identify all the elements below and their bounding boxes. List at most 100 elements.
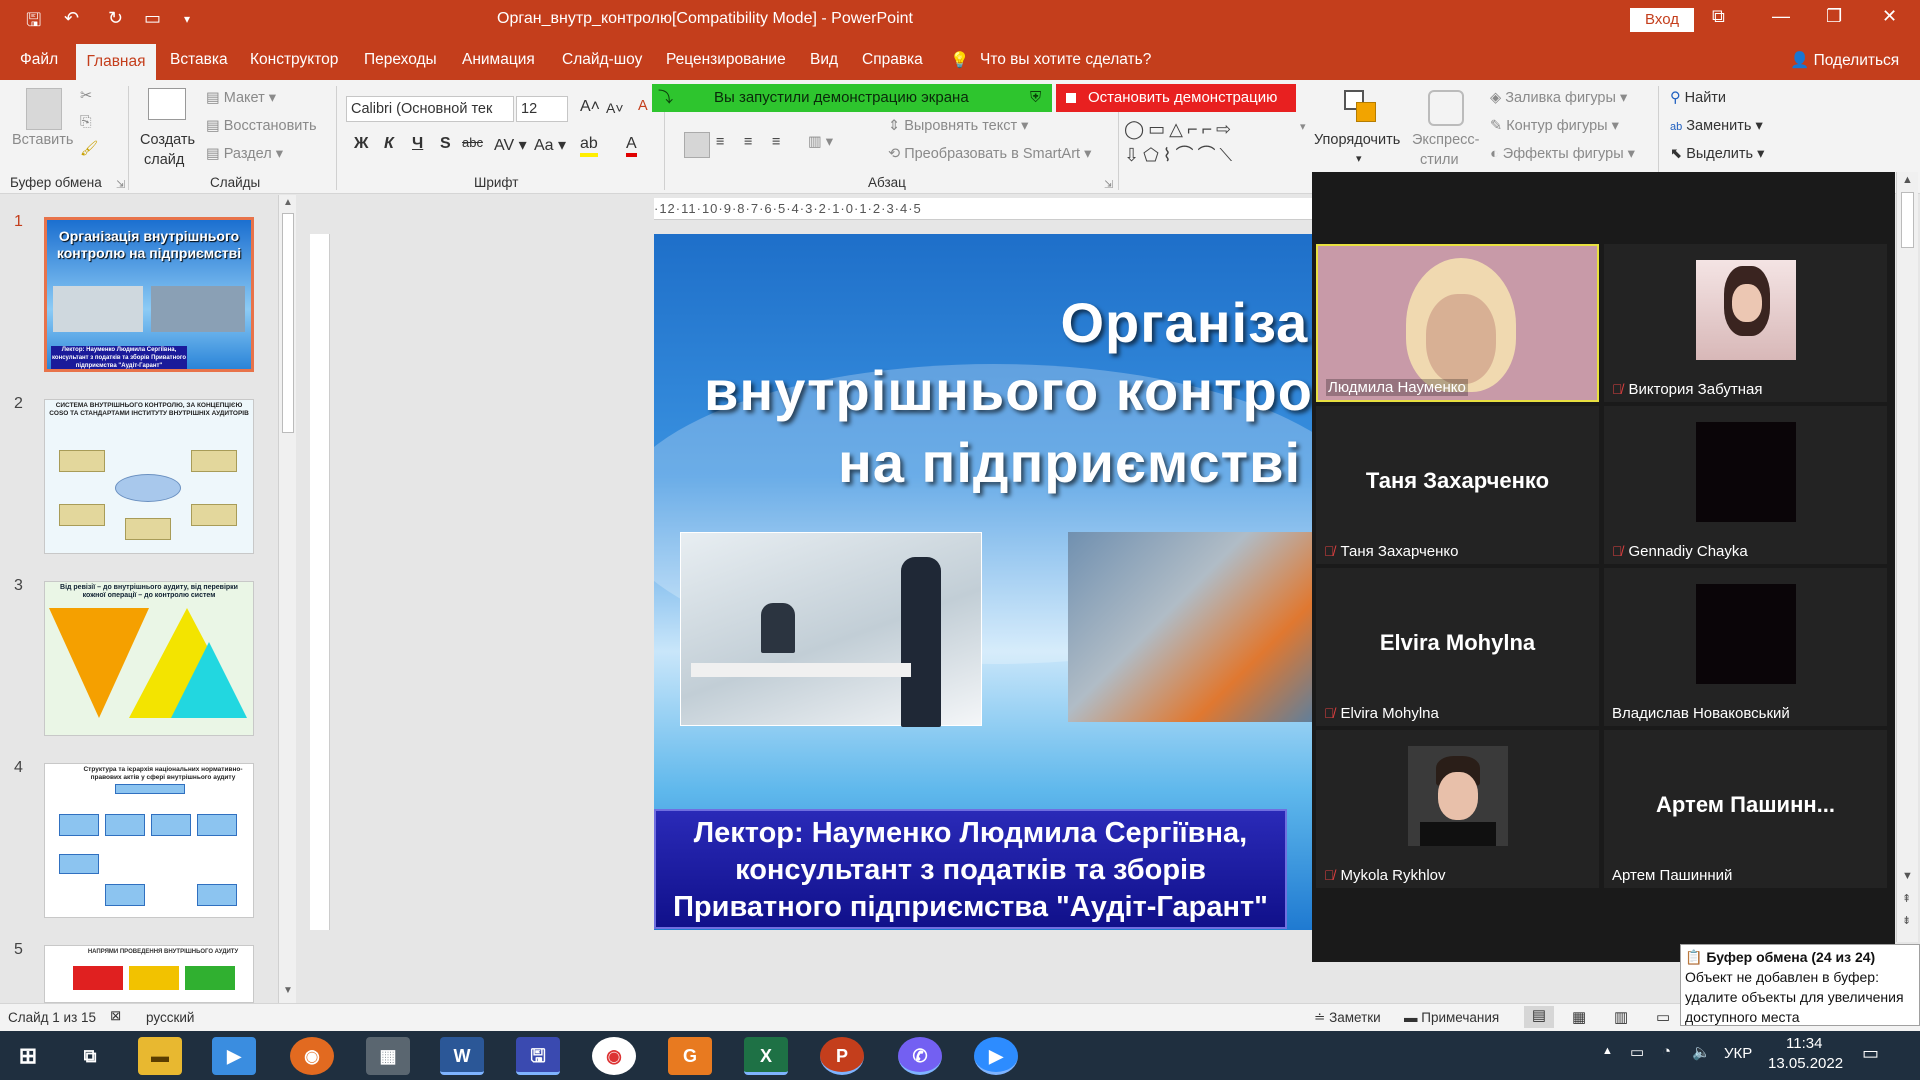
stop-share-button[interactable]: Остановить демонстрацию xyxy=(1056,84,1296,112)
windows-start-icon[interactable]: ⊞ xyxy=(6,1037,50,1075)
pdf-app-icon[interactable]: G xyxy=(668,1037,712,1075)
shape-effects-button[interactable]: ◐ Эффекты фигуры ▾ xyxy=(1490,146,1635,162)
format-painter-icon[interactable]: 🖌 xyxy=(80,140,98,157)
file-explorer-icon[interactable]: ▬ xyxy=(138,1037,182,1075)
ribbon-display-icon[interactable]: ⧉ xyxy=(1712,6,1725,27)
network-ethernet-icon[interactable]: ▭ xyxy=(1630,1043,1644,1061)
section-button[interactable]: ▤ Раздел ▾ xyxy=(206,146,283,162)
slide-thumbnail-1[interactable]: Організація внутрішнього контролю на під… xyxy=(44,217,254,372)
shape-fill-button[interactable]: ◈ Заливка фигуры ▾ xyxy=(1490,90,1627,106)
slide-title-line1[interactable]: Організація xyxy=(654,290,1312,355)
thumbnails-scrollbar[interactable]: ▲ ▼ xyxy=(278,195,296,1003)
keyboard-language[interactable]: УКР xyxy=(1724,1045,1752,1062)
participant-tile[interactable]: Владислав Новаковський xyxy=(1604,568,1887,726)
paragraph-launcher-icon[interactable]: ⇲ xyxy=(1104,178,1113,191)
slide-title-line3[interactable]: на підприємстві xyxy=(838,430,1312,495)
slide-thumbnail-2[interactable]: СИСТЕМА ВНУТРІШНЬОГО КОНТРОЛЮ, ЗА КОНЦЕП… xyxy=(44,399,254,554)
participant-tile[interactable]: Таня Захарченко 🎙̸ Таня Захарченко xyxy=(1316,406,1599,564)
share-button[interactable]: 👤 Поделиться xyxy=(1790,51,1899,70)
calculator-icon[interactable]: ▦ xyxy=(366,1037,410,1075)
underline-button[interactable]: Ч xyxy=(412,135,423,153)
maximize-icon[interactable]: ❐ xyxy=(1826,6,1842,27)
grow-font-icon[interactable]: A˄ xyxy=(580,98,600,116)
align-center-icon[interactable]: ≡ xyxy=(716,134,724,150)
scroll-down-icon[interactable]: ▼ xyxy=(1902,870,1913,882)
replace-button[interactable]: ab Заменить ▾ xyxy=(1670,118,1763,134)
arrange-icon[interactable] xyxy=(1344,90,1380,126)
tab-transitions[interactable]: Переходы xyxy=(364,51,437,69)
participant-tile[interactable]: Артем Пашинн... Артем Пашинний xyxy=(1604,730,1887,888)
char-spacing-icon[interactable]: AV ▾ xyxy=(494,135,527,155)
slideshow-view-icon[interactable]: ▭ xyxy=(1656,1008,1670,1026)
justify-icon[interactable]: ≡ xyxy=(772,134,780,150)
powerpoint-icon[interactable]: P xyxy=(820,1037,864,1075)
comments-button[interactable]: ▬ Примечания xyxy=(1404,1010,1499,1025)
clipboard-launcher-icon[interactable]: ⇲ xyxy=(116,178,125,191)
change-case-icon[interactable]: Aa ▾ xyxy=(534,135,566,155)
spellcheck-icon[interactable]: ⊠ xyxy=(110,1008,121,1024)
reading-view-icon[interactable]: ▥ xyxy=(1614,1008,1628,1026)
scroll-thumb[interactable] xyxy=(1901,192,1914,248)
participant-tile[interactable]: 🎙̸ Mykola Rykhlov xyxy=(1316,730,1599,888)
slide-photo-meeting[interactable] xyxy=(680,532,982,727)
chrome-icon[interactable]: ◉ xyxy=(592,1037,636,1075)
slide-canvas[interactable]: Організація внутрішнього контролю на під… xyxy=(654,234,1312,930)
highlight-icon[interactable]: ab xyxy=(580,135,598,157)
tab-design[interactable]: Конструктор xyxy=(250,51,338,69)
tab-slideshow[interactable]: Слайд-шоу xyxy=(562,51,642,69)
tab-view[interactable]: Вид xyxy=(810,51,838,69)
floppy-app-icon[interactable]: 🖫 xyxy=(516,1037,560,1075)
arrange-dropdown-icon[interactable]: ▾ xyxy=(1356,152,1362,165)
tab-review[interactable]: Рецензирование xyxy=(666,51,786,69)
quick-styles-button[interactable]: Экспресс- xyxy=(1412,132,1480,148)
notifications-icon[interactable]: ▭ xyxy=(1862,1043,1879,1064)
zoom-app-icon[interactable]: ▶ xyxy=(974,1037,1018,1075)
align-text-button[interactable]: ⇕ Выровнять текст ▾ xyxy=(888,118,1028,134)
volume-icon[interactable]: 🔈 xyxy=(1692,1043,1711,1061)
quick-styles-button-line2[interactable]: стили xyxy=(1420,152,1459,168)
participant-tile[interactable]: Elvira Mohylna 🎙̸ Elvira Mohylna xyxy=(1316,568,1599,726)
language-indicator[interactable]: русский xyxy=(146,1010,194,1025)
editor-scrollbar[interactable]: ▲ ▼ ⇞ ⇟ xyxy=(1896,172,1918,942)
slide-thumbnail-4[interactable]: Структура та ієрархія національних норма… xyxy=(44,763,254,918)
italic-button[interactable]: К xyxy=(384,135,394,153)
copy-icon[interactable]: ⎘ xyxy=(80,114,92,130)
tab-file[interactable]: Файл xyxy=(20,51,58,69)
viber-icon[interactable]: ✆ xyxy=(898,1037,942,1075)
find-button[interactable]: ⚲ Найти xyxy=(1670,90,1726,106)
tab-insert[interactable]: Вставка xyxy=(170,51,228,69)
slide-sorter-icon[interactable]: ▦ xyxy=(1572,1008,1586,1026)
new-slide-icon[interactable] xyxy=(148,88,186,120)
strikethrough-button[interactable]: abc xyxy=(462,135,483,150)
tell-me-input[interactable]: Что вы хотите сделать? xyxy=(980,51,1151,69)
font-size-box[interactable]: 12 xyxy=(516,96,568,122)
slide-thumbnail-5[interactable]: НАПРЯМИ ПРОВЕДЕННЯ ВНУТРІШНЬОГО АУДИТУ xyxy=(44,945,254,1003)
slide-photo-factory[interactable] xyxy=(1068,532,1312,722)
new-slide-button[interactable]: Создать xyxy=(140,132,195,148)
next-slide-icon[interactable]: ⇟ xyxy=(1902,914,1911,927)
shape-outline-button[interactable]: ✎ Контур фигуры ▾ xyxy=(1490,118,1619,134)
clear-format-icon[interactable]: A xyxy=(638,98,648,114)
quick-styles-icon[interactable] xyxy=(1428,90,1464,126)
notes-button[interactable]: ≐ Заметки xyxy=(1314,1010,1381,1026)
participant-tile[interactable]: 🎙̸ Gennadiy Chayka xyxy=(1604,406,1887,564)
participant-tile[interactable]: Людмила Науменко xyxy=(1316,244,1599,402)
excel-icon[interactable]: X xyxy=(744,1037,788,1075)
word-icon[interactable]: W xyxy=(440,1037,484,1075)
scroll-down-icon[interactable]: ▼ xyxy=(283,985,293,996)
paste-button[interactable]: Вставить xyxy=(12,132,73,148)
close-icon[interactable]: ✕ xyxy=(1882,6,1897,27)
scroll-up-icon[interactable]: ▲ xyxy=(283,197,293,208)
reset-button[interactable]: ▤ Восстановить xyxy=(206,118,317,134)
media-player-icon[interactable]: ▶ xyxy=(212,1037,256,1075)
paste-icon[interactable] xyxy=(26,88,62,130)
tray-chevron-icon[interactable]: ▲ xyxy=(1602,1045,1613,1057)
slide-thumbnail-3[interactable]: Від ревізії – до внутрішнього аудиту, ві… xyxy=(44,581,254,736)
shapes-more-icon[interactable]: ▾ xyxy=(1300,120,1306,133)
bold-button[interactable]: Ж xyxy=(354,135,368,153)
normal-view-icon[interactable]: ▤ xyxy=(1524,1006,1554,1028)
clipboard-notification[interactable]: 📋 Буфер обмена (24 из 24) Объект не доба… xyxy=(1680,944,1920,1026)
tab-home[interactable]: Главная xyxy=(76,44,156,80)
clock-time[interactable]: 11:34 xyxy=(1786,1035,1822,1052)
font-name-box[interactable]: Calibri (Основной тек xyxy=(346,96,514,122)
